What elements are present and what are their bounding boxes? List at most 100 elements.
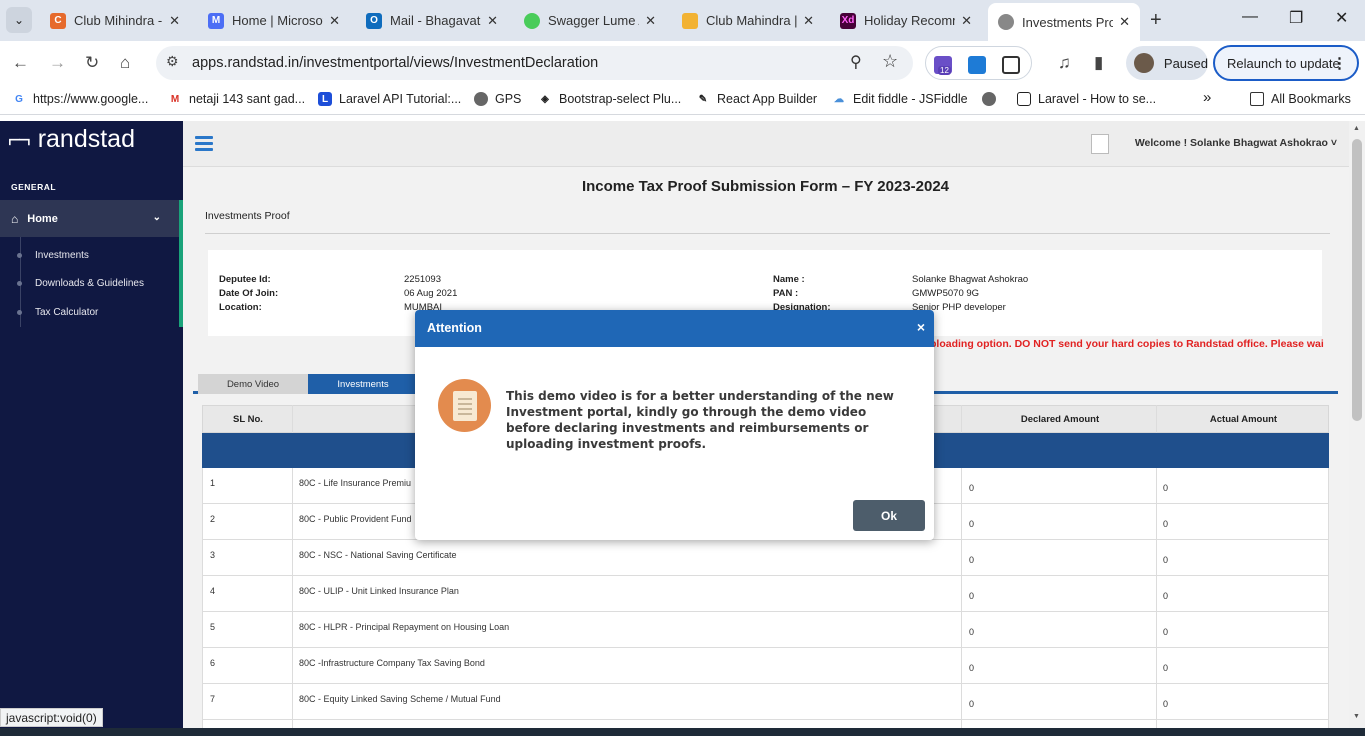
table-row: 7 80C - Equity Linked Saving Scheme / Mu…	[202, 684, 1329, 720]
gmail-icon: M	[170, 93, 180, 105]
reload-icon[interactable]: ↻	[85, 53, 99, 73]
scroll-down-icon[interactable]: ▼	[1353, 713, 1360, 720]
windows-extension-icon[interactable]	[968, 56, 986, 74]
browser-tab[interactable]: M Home | Microsof ✕	[198, 4, 350, 37]
bookmark-star-icon[interactable]: ☆	[882, 51, 898, 72]
tab-investments[interactable]: Investments	[308, 374, 418, 394]
bookmark-item[interactable]: GPS	[474, 92, 521, 106]
close-tab-icon[interactable]: ✕	[645, 13, 656, 29]
avatar	[1134, 53, 1154, 73]
page-scrollbar[interactable]: ▲ ▼	[1349, 121, 1365, 736]
sidebar-item-tax-calculator[interactable]: Tax Calculator	[17, 307, 98, 318]
close-tab-icon[interactable]: ✕	[961, 13, 972, 29]
randstad-logo[interactable]: ⌐¬ randstad	[8, 125, 135, 154]
relaunch-button[interactable]: Relaunch to update ⋮	[1213, 45, 1359, 81]
bookmark-item[interactable]: Mnetaji 143 sant gad...	[168, 92, 305, 106]
bootstrap-icon: ◈	[541, 93, 549, 105]
date-of-join: 06 Aug 2021	[404, 288, 458, 299]
outlook-icon: O	[366, 12, 382, 29]
browser-tab[interactable]: Swagger Lume A ✕	[514, 4, 666, 37]
employee-name: Solanke Bhagwat Ashokrao	[912, 274, 1029, 285]
side-panel-icon[interactable]: ▮	[1094, 53, 1103, 73]
google-icon: G	[15, 93, 23, 105]
browser-tab-strip: ⌄ C Club Mihindra - ( ✕ M Home | Microso…	[0, 0, 1365, 41]
sidebar-item-investments[interactable]: Investments	[17, 250, 89, 261]
section-label: GENERAL	[11, 182, 57, 192]
pan-number: GMWP5070 9G	[912, 288, 980, 299]
media-control-icon[interactable]: ♫	[1058, 53, 1071, 73]
home-icon[interactable]: ⌂	[120, 53, 130, 73]
bookmark-item[interactable]: ☁ Edit fiddle - JSFiddle	[832, 92, 968, 106]
close-tab-icon[interactable]: ✕	[169, 13, 180, 29]
extensions-group: 12	[925, 46, 1032, 80]
bookmark-item[interactable]: Laravel - How to se...	[1017, 92, 1156, 106]
site-info-icon[interactable]: ⚙	[166, 53, 179, 70]
scrollbar-thumb[interactable]	[1352, 139, 1362, 421]
laravel-tutorial-icon: L	[318, 92, 332, 106]
close-tab-icon[interactable]: ✕	[1119, 14, 1130, 30]
bookmark-item[interactable]: L Laravel API Tutorial:...	[318, 92, 461, 106]
jsfiddle-icon: ☁	[834, 93, 844, 105]
browser-tab[interactable]: Club Mahindra | ✕	[672, 4, 824, 37]
address-bar[interactable]: ⚙ apps.randstad.in/investmentportal/view…	[156, 46, 913, 80]
header: Welcome ! Solanke Bhagwat Ashokrao ˅	[183, 121, 1365, 167]
chevron-down-icon: ⌄	[152, 212, 161, 223]
notice-marquee: ploading option. DO NOT send your hard c…	[930, 338, 1324, 350]
sidebar-item-downloads[interactable]: Downloads & Guidelines	[17, 278, 144, 289]
dialog-message: This demo video is for a better understa…	[506, 389, 894, 451]
table-row: 3 80C - NSC - National Saving Certificat…	[202, 540, 1329, 576]
page-title: Income Tax Proof Submission Form – FY 20…	[581, 178, 950, 195]
url-text[interactable]: apps.randstad.in/investmentportal/views/…	[192, 55, 598, 71]
close-tab-icon[interactable]: ✕	[803, 13, 814, 29]
status-bar-url: javascript:void(0)	[0, 708, 103, 727]
back-icon[interactable]: ←	[12, 53, 29, 73]
tab-demo-video[interactable]: Demo Video	[198, 374, 308, 394]
puzzle-icon[interactable]	[1002, 56, 1020, 74]
globe-icon	[474, 92, 488, 106]
menu-dots-icon[interactable]: ⋮	[1332, 54, 1347, 72]
deputee-id: 2251093	[404, 274, 441, 285]
dialog-title: Attention	[427, 321, 482, 335]
browser-tab[interactable]: O Mail - Bhagavat ✕	[356, 4, 508, 37]
restore-icon[interactable]: ❐	[1289, 8, 1303, 28]
forward-icon[interactable]: →	[49, 53, 66, 73]
bookmark-item[interactable]	[982, 92, 1003, 106]
microsoft-icon: M	[208, 12, 224, 29]
profile-button[interactable]: Paused	[1126, 46, 1208, 80]
react-builder-icon: ✎	[698, 93, 708, 105]
bookmark-item[interactable]: ✎ React App Builder	[696, 92, 817, 106]
user-menu[interactable]: Welcome ! Solanke Bhagwat Ashokrao ˅	[1135, 137, 1337, 149]
sidebar-item-home[interactable]: ⌂ Home ⌄	[0, 200, 183, 237]
document-icon	[438, 379, 491, 432]
globe-icon	[982, 92, 996, 106]
close-tab-icon[interactable]: ✕	[329, 13, 340, 29]
adobe-xd-icon: Xd	[840, 12, 856, 29]
folder-icon	[1250, 92, 1264, 106]
minimize-icon[interactable]: —	[1242, 8, 1258, 26]
more-bookmarks-icon[interactable]: »	[1203, 89, 1211, 106]
globe-icon	[998, 14, 1014, 30]
tab-search-button[interactable]: ⌄	[6, 7, 32, 33]
scroll-up-icon[interactable]: ▲	[1353, 125, 1360, 132]
home-icon: ⌂	[11, 211, 19, 226]
swagger-icon	[524, 12, 540, 29]
hamburger-menu-icon[interactable]	[195, 136, 213, 151]
close-tab-icon[interactable]: ✕	[487, 13, 498, 29]
table-row: 4 80C - ULIP - Unit Linked Insurance Pla…	[202, 576, 1329, 612]
bookmark-item[interactable]: Ghttps://www.google...	[12, 92, 148, 106]
zoom-icon[interactable]: ⚲	[850, 52, 862, 72]
close-icon[interactable]: ×	[917, 319, 925, 335]
close-window-icon[interactable]: ✕	[1335, 8, 1348, 28]
sidebar-subnav: Investments Downloads & Guidelines Tax C…	[0, 237, 183, 327]
extension-badge: 12	[938, 66, 951, 75]
browser-toolbar: ← → ↻ ⌂ ⚙ apps.randstad.in/investmentpor…	[0, 41, 1365, 85]
all-bookmarks-button[interactable]: All Bookmarks	[1250, 92, 1351, 106]
browser-tab[interactable]: Xd Holiday Recomm ✕	[830, 4, 982, 37]
browser-tab[interactable]: C Club Mihindra - ( ✕	[40, 4, 190, 37]
bookmark-item[interactable]: ◈ Bootstrap-select Plu...	[538, 92, 681, 106]
ok-button[interactable]: Ok	[853, 500, 925, 531]
table-row: 5 80C - HLPR - Principal Repayment on Ho…	[202, 612, 1329, 648]
table-row: 6 80C -Infrastructure Company Tax Saving…	[202, 648, 1329, 684]
browser-tab-active[interactable]: Investments Pro ✕	[988, 3, 1140, 41]
new-tab-button[interactable]: +	[1150, 9, 1162, 32]
